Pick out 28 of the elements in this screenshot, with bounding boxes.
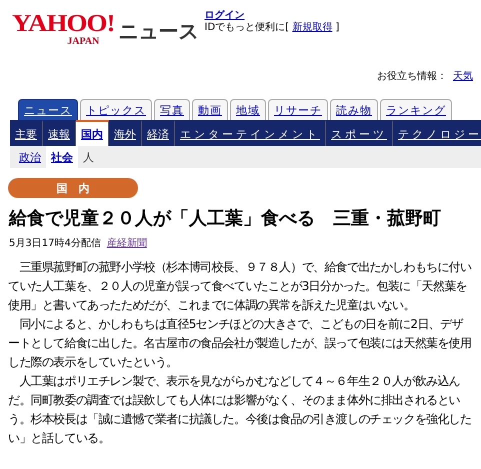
nav-tab[interactable]: ランキング: [380, 99, 452, 120]
logo-wordmark[interactable]: YAHOO!: [12, 11, 115, 36]
subcategory-tab[interactable]: 人: [78, 146, 99, 168]
id-prompt: IDでもっと便利に[: [204, 22, 290, 33]
category-tab[interactable]: 国内: [76, 120, 109, 146]
service-title: ニュース: [118, 18, 199, 45]
article-paragraph: 人工葉はポリエチレン製で、表示を見ながらかむなどして４～６年生２０人が飲み込んだ。同町教委の調査では誤飲しても人体には影響がなく、そのまま体外に排出されるという。杉本校長は「誠に遺憾で業者に抗議した。今後は食品の引き渡しのチェックを強化したい」と話している。: [8, 373, 472, 447]
nav-tab[interactable]: 地域: [230, 99, 266, 120]
section-badge: 国 内: [8, 178, 138, 198]
nav-tab[interactable]: ニュース: [18, 99, 78, 120]
article-paragraph: 三重県菰野町の菰野小学校（杉本博司校長、９７８人）で、給食で出たかしわもちに付いていた人工葉を、２０人の児童が誤って食べていたことが3日分かった。包装に「天然葉を使用」と書いてあったためだが、これまでに体調の異常を訴えた児童はいない。: [8, 259, 472, 314]
nav-tab[interactable]: 動画: [192, 99, 228, 120]
source-link[interactable]: 産経新聞: [106, 236, 147, 250]
article-headline: 給食で児童２０人が「人工葉」食べる 三重・菰野町: [9, 207, 442, 230]
nav-tab[interactable]: 読み物: [330, 99, 378, 120]
logo-subtitle: JAPAN: [67, 37, 100, 47]
login-link[interactable]: ログイン: [204, 10, 245, 21]
nav-tab[interactable]: トピックス: [80, 99, 152, 120]
weather-link[interactable]: 天気: [453, 69, 473, 83]
signup-link[interactable]: 新規取得: [292, 22, 332, 33]
utility-label: お役立ち情報：: [377, 70, 447, 83]
nav-tab[interactable]: 写真: [154, 99, 190, 120]
nav-tab[interactable]: リサーチ: [268, 99, 328, 120]
publish-date: 5月3日17時4分配信: [9, 236, 101, 250]
bracket-text: ]: [335, 22, 340, 33]
subcategory-tab[interactable]: 社会: [46, 146, 78, 168]
article-paragraph: 同小によると、かしわもちは直径5センチほどの大きさで、こどもの日を前に2日、デザートとして給食に出した。名古屋市の食品会社が製造したが、誤って包装には天然葉を使用した際の表示をしていたという。: [8, 316, 472, 371]
subcategory-tab[interactable]: 政治: [14, 146, 46, 168]
